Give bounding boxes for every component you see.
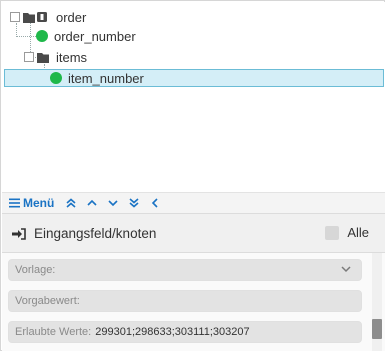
field-leaf-icon: [50, 72, 62, 84]
allowed-values-field[interactable]: Erlaubte Werte: 299301;298633;303111;303…: [8, 321, 362, 343]
sign-in-icon: [12, 227, 26, 240]
chevron-down-icon: [341, 266, 351, 273]
double-chevron-down-icon: [129, 198, 139, 208]
allowed-values-value: 299301;298633;303111;303207: [95, 326, 250, 338]
tree-node-label: order_number: [54, 28, 136, 44]
all-checkbox[interactable]: [325, 225, 340, 240]
template-label: Vorlage:: [15, 264, 56, 276]
default-value-label: Vorgabewert:: [15, 295, 80, 307]
all-label: Alle: [347, 225, 369, 240]
tree-node-label: order: [56, 9, 87, 25]
properties-header: Eingangsfeld/knoten Alle: [2, 213, 385, 253]
field-leaf-icon: [36, 30, 48, 42]
tree-node-order[interactable]: order: [10, 7, 86, 27]
tree-node-label: items: [56, 49, 88, 65]
chevron-down-icon: [108, 200, 118, 207]
menu-button[interactable]: Menü: [9, 196, 54, 210]
panel-title: Eingangsfeld/knoten: [12, 226, 156, 241]
collapse-button[interactable]: [146, 194, 164, 212]
chevron-up-icon: [87, 199, 97, 206]
hamburger-icon: [9, 198, 20, 208]
chevron-left-icon: [152, 198, 158, 208]
tree-editor-panel: order order_number items item_number Men…: [0, 0, 385, 351]
properties-fields: Vorlage: Vorgabewert: Erlaubte Werte: 29…: [2, 253, 385, 351]
move-down-button[interactable]: [104, 194, 122, 212]
double-chevron-up-icon: [66, 198, 76, 208]
scrollbar-thumb[interactable]: [372, 319, 382, 339]
move-up-button[interactable]: [83, 194, 101, 212]
folder-icon: [37, 52, 49, 63]
schema-tree: order order_number items item_number: [2, 2, 385, 192]
tree-connector: [16, 36, 36, 37]
all-toggle[interactable]: Alle: [325, 225, 369, 240]
expand-toggle[interactable]: [10, 12, 20, 22]
tree-node-label: item_number: [68, 70, 144, 86]
tree-toolbar: Menü: [2, 192, 385, 213]
template-select[interactable]: Vorlage:: [8, 259, 362, 281]
move-to-top-button[interactable]: [62, 194, 80, 212]
move-to-bottom-button[interactable]: [125, 194, 143, 212]
allowed-values-label: Erlaubte Werte:: [15, 326, 92, 338]
tree-node-items[interactable]: items: [24, 47, 87, 67]
expand-toggle[interactable]: [24, 52, 34, 62]
panel-title-text: Eingangsfeld/knoten: [34, 226, 157, 241]
tree-node-item-number[interactable]: item_number: [50, 68, 144, 88]
tree-node-order-number[interactable]: order_number: [36, 26, 136, 46]
default-value-field[interactable]: Vorgabewert:: [8, 290, 362, 312]
folder-key-icon: [23, 11, 47, 23]
menu-label: Menü: [23, 196, 55, 210]
